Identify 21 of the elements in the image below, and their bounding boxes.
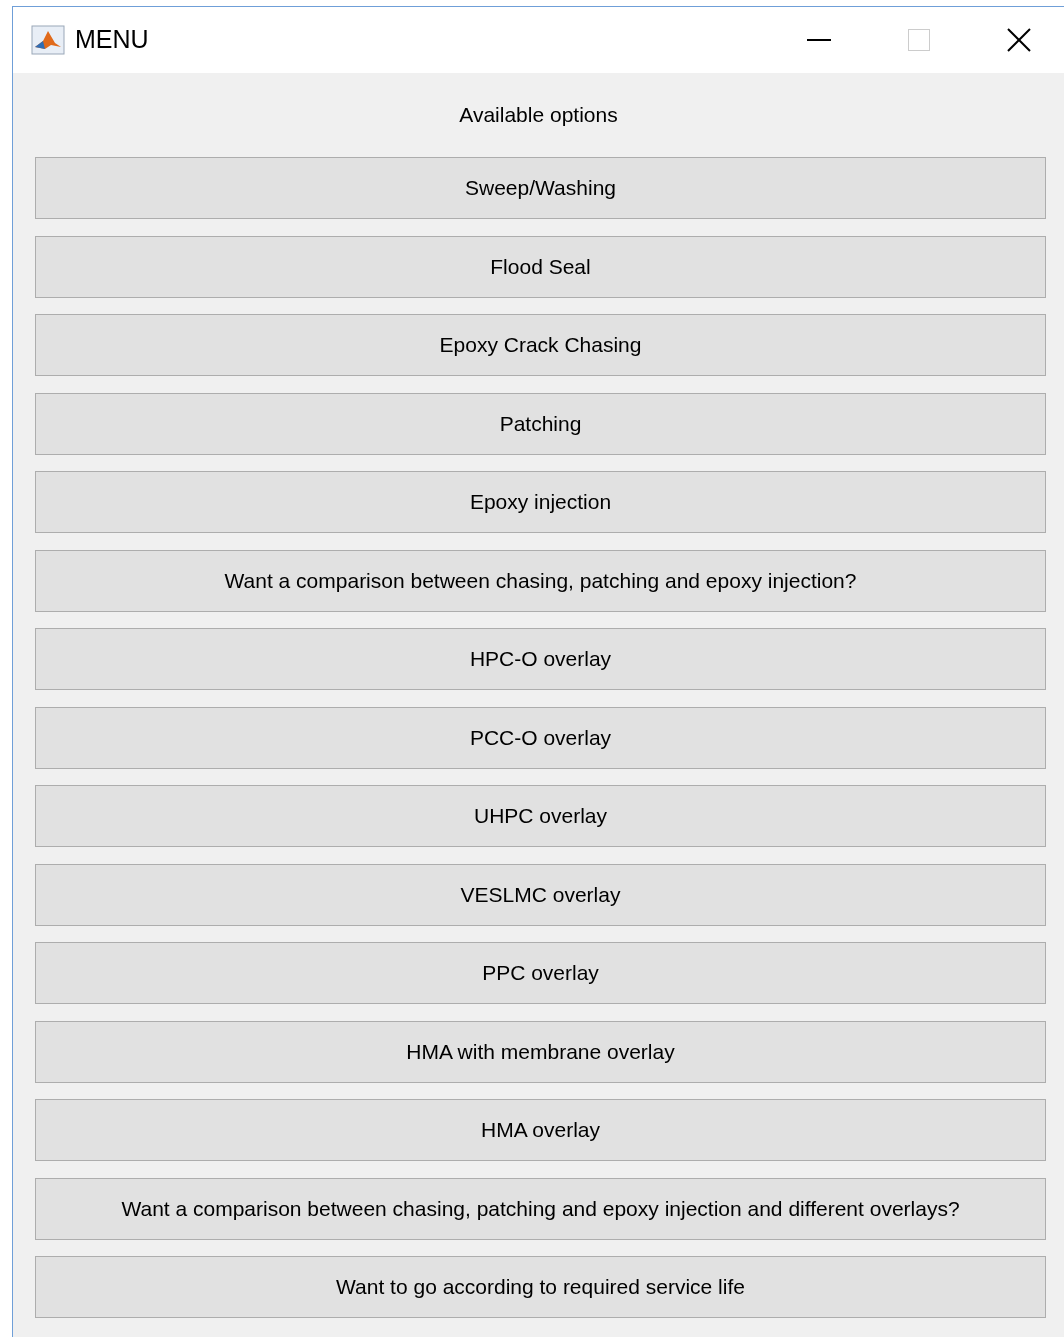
option-button[interactable]: PPC overlay [35, 942, 1046, 1004]
window-title: MENU [75, 24, 149, 56]
option-button[interactable]: Want to go according to required service life [35, 1256, 1046, 1318]
option-button[interactable]: Epoxy Crack Chasing [35, 314, 1046, 376]
close-icon [1007, 28, 1031, 52]
option-button[interactable]: HMA with membrane overlay [35, 1020, 1046, 1083]
option-button[interactable]: Want a comparison between chasing, patching and epoxy injection? [35, 549, 1046, 612]
option-button[interactable]: Patching [35, 392, 1046, 455]
app-logo-icon [31, 25, 65, 55]
option-button[interactable]: Flood Seal [35, 235, 1046, 298]
maximize-icon [908, 29, 930, 51]
options-heading: Available options [459, 102, 618, 129]
option-button[interactable]: Sweep/Washing [35, 157, 1046, 219]
option-button[interactable]: HMA overlay [35, 1099, 1046, 1161]
option-button[interactable]: Epoxy injection [35, 471, 1046, 533]
option-button[interactable]: UHPC overlay [35, 785, 1046, 847]
option-button[interactable]: Want a comparison between chasing, patching and epoxy injection and different overlays? [35, 1177, 1046, 1240]
minimize-icon [807, 39, 831, 41]
option-button[interactable]: VESLMC overlay [35, 863, 1046, 926]
option-button[interactable]: HPC-O overlay [35, 628, 1046, 690]
option-button[interactable]: PCC-O overlay [35, 706, 1046, 769]
